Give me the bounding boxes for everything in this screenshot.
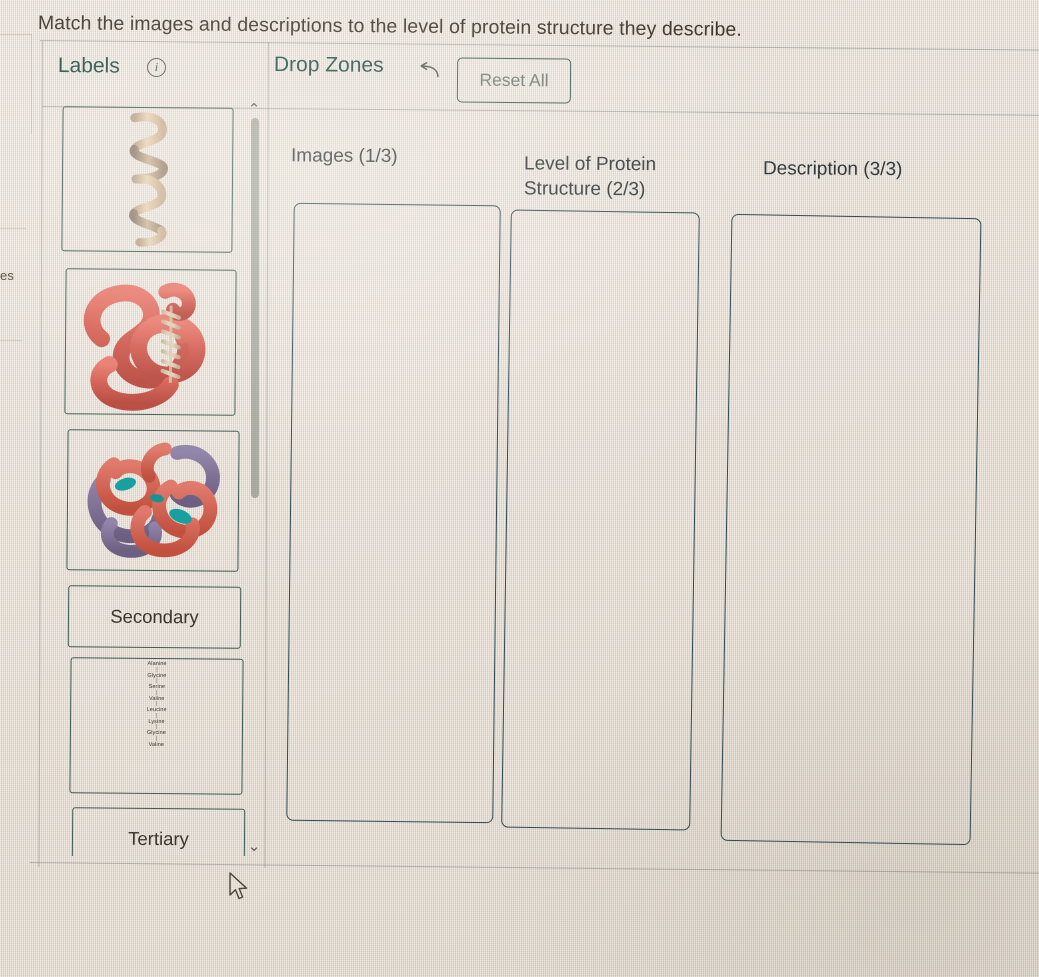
alpha-helix-ribbon-icon	[129, 112, 168, 247]
labels-scrollbar-thumb[interactable]	[251, 118, 259, 498]
labels-scroll-container[interactable]: Secondary Alanine | Glycine | Serine | Valine |…	[46, 96, 268, 856]
background-clipped-text: es	[0, 268, 15, 283]
background-panel-edge-mid	[0, 228, 26, 229]
activity-screen: es Match the images and descriptions to …	[0, 0, 1039, 977]
amino-acid-linker: |	[155, 689, 158, 696]
background-panel-edge-vertical	[31, 34, 32, 134]
amino-acid-name: Valine	[148, 741, 165, 748]
tertiary-folded-protein-icon	[83, 282, 206, 411]
header-top-rule	[39, 40, 1039, 51]
amino-acid-sequence-text: Alanine | Glycine | Serine | Valine | Leucine | Ly…	[146, 661, 167, 749]
amino-acid-linker: |	[155, 735, 158, 742]
amino-acid-linker: |	[155, 712, 158, 719]
background-panel-edge-low	[0, 340, 22, 341]
amino-acid-sequence-list: Alanine | Glycine | Serine | Valine | Leucine | Ly…	[70, 658, 242, 793]
footer-rule	[29, 862, 1039, 874]
scroll-down-arrow-icon[interactable]: ⌄	[246, 839, 262, 854]
label-card-secondary[interactable]: Secondary	[67, 585, 242, 649]
frame-left-edge	[38, 41, 43, 867]
amino-acid-linker: |	[155, 701, 158, 708]
dropzones-heading: Drop Zones	[273, 53, 384, 77]
label-card-quaternary-image[interactable]	[66, 429, 240, 572]
reset-all-button[interactable]: Reset All	[456, 57, 572, 104]
amino-acid-linker: |	[156, 666, 158, 673]
label-card-tertiary-label[interactable]: Tertiary	[71, 807, 246, 856]
dropzone-level-of-protein-structure[interactable]	[501, 209, 700, 831]
label-card-tertiary-image[interactable]	[64, 268, 237, 416]
label-card-amino-sequence[interactable]: Alanine | Glycine | Serine | Valine | Leucine | Ly…	[69, 657, 244, 795]
dropzone-heading-level: Level of Protein Structure (2/3)	[523, 153, 657, 201]
amino-acid-linker: |	[155, 724, 158, 731]
amino-acid-linker: |	[156, 678, 158, 685]
undo-arrow-icon[interactable]	[418, 61, 440, 80]
label-card-alpha-helix[interactable]	[61, 106, 234, 253]
label-card-secondary-text: Secondary	[110, 605, 199, 628]
page-title: Match the images and descriptions to the…	[37, 12, 743, 41]
mouse-cursor-icon	[228, 872, 250, 902]
dropzone-heading-description: Description (3/3)	[762, 158, 903, 181]
background-panel-edge-top	[0, 34, 32, 35]
dropzone-images[interactable]	[286, 202, 501, 824]
label-card-tertiary-text: Tertiary	[128, 827, 189, 849]
dropzone-heading-images: Images (1/3)	[290, 145, 398, 168]
quaternary-hemoglobin-icon	[87, 442, 220, 558]
dropzone-description[interactable]	[720, 213, 982, 846]
labels-heading: Labels	[57, 54, 120, 78]
info-circle-icon[interactable]: i	[146, 57, 167, 78]
